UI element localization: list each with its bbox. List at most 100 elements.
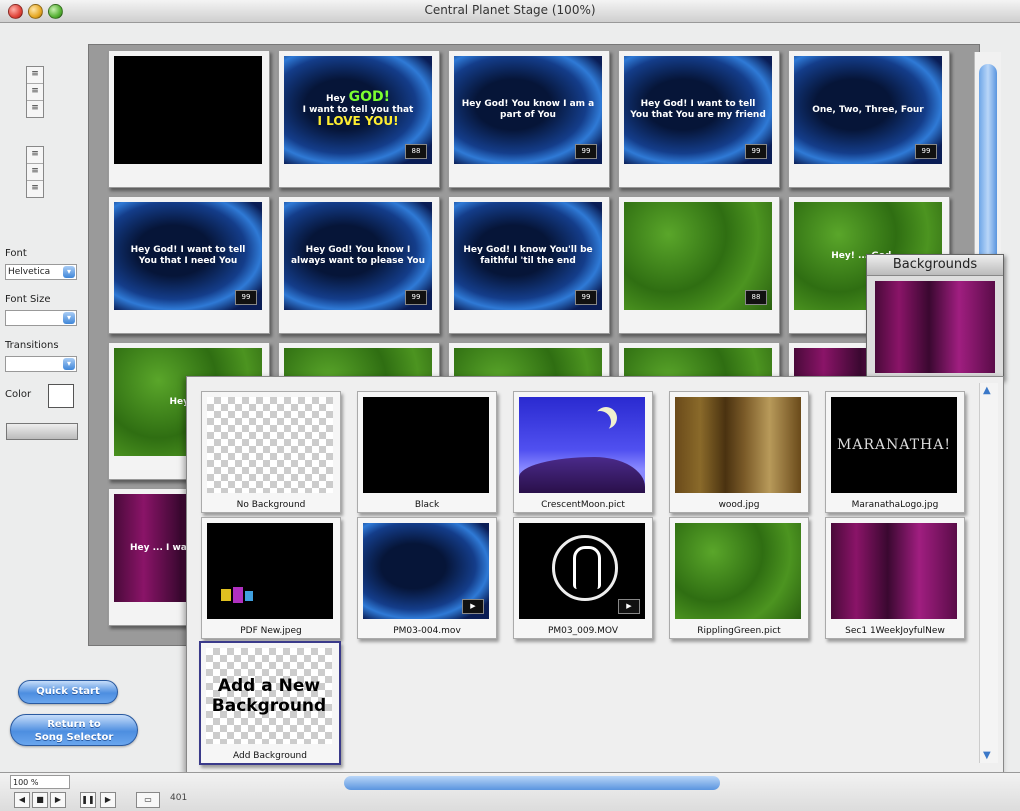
alignment-buttons: ≡ ≡ ≡ <box>26 66 44 118</box>
first-slide-button[interactable]: ◀ <box>14 792 30 808</box>
maranatha-logo: MARANATHA! <box>837 437 951 453</box>
slide-badge: 99 <box>575 144 597 159</box>
slide-thumbnail[interactable]: Hey GOD! I want to tell you that I LOVE … <box>278 50 440 188</box>
screen-icon[interactable]: ▭ <box>136 792 160 808</box>
return-to-song-selector-button[interactable]: Return to Song Selector <box>10 714 138 746</box>
slide-badge: 99 <box>745 144 767 159</box>
slide-badge: 88 <box>405 144 427 159</box>
background-item[interactable]: No Background <box>201 391 341 513</box>
background-thumbnail: ▶ <box>519 523 645 619</box>
background-thumbnail: ▶ <box>363 523 489 619</box>
slide-thumbnail[interactable]: Hey God! You know I am a part of You 99 <box>448 50 610 188</box>
slide-background: One, Two, Three, Four 99 <box>794 56 942 164</box>
background-item[interactable]: RipplingGreen.pict <box>669 517 809 639</box>
align-bottom-button[interactable]: ≡ <box>27 101 43 117</box>
slide-lyric: One, Two, Three, Four <box>812 104 924 115</box>
play-button[interactable]: ▶ <box>50 792 66 808</box>
background-caption: PM03-004.mov <box>393 626 461 636</box>
background-item[interactable]: ▶ PM03_009.MOV <box>513 517 653 639</box>
title-bar: Central Planet Stage (100%) <box>0 0 1020 23</box>
background-item[interactable]: Sec1 1WeekJoyfulNew <box>825 517 965 639</box>
slide-lyric: Hey God! You know I am a part of You <box>461 99 595 120</box>
add-background-button[interactable]: Add a New Background Add Background <box>199 641 341 765</box>
color-label: Color <box>5 389 32 400</box>
return-label-line1: Return to <box>47 719 101 730</box>
background-caption: PM03_009.MOV <box>547 626 619 636</box>
background-thumbnail <box>207 523 333 619</box>
zoom-select[interactable]: 100 % <box>10 775 70 789</box>
movie-badge-icon: ▶ <box>462 599 484 614</box>
background-caption: MaranathaLogo.jpg <box>851 500 939 510</box>
background-item[interactable]: MARANATHA! MaranathaLogo.jpg <box>825 391 965 513</box>
justify-buttons: ≡ ≡ ≡ <box>26 146 44 198</box>
slide-lyric: Hey God! I know You'll be faithful 'til … <box>463 245 593 266</box>
quick-start-button[interactable]: Quick Start <box>18 680 118 704</box>
background-item[interactable]: ▶ PM03-004.mov <box>357 517 497 639</box>
add-background-caption: Add Background <box>233 751 307 761</box>
chevron-down-icon: ▾ <box>63 358 75 370</box>
slide-badge: 99 <box>405 290 427 305</box>
font-size-select[interactable]: ▾ <box>5 310 77 326</box>
background-item[interactable]: PDF New.jpeg <box>201 517 341 639</box>
color-well[interactable] <box>48 384 74 408</box>
slide-thumbnail[interactable]: Hey God! I want to tell You that You are… <box>618 50 780 188</box>
kids-figure-icon <box>221 589 231 601</box>
slide-thumbnail[interactable]: Hey God! I want to tell You that I need … <box>108 196 270 334</box>
moon-icon <box>589 411 611 433</box>
kids-figure-icon <box>233 587 243 603</box>
justify-center-button[interactable]: ≡ <box>27 164 43 181</box>
slide-badge: 99 <box>575 290 597 305</box>
transitions-label: Transitions <box>5 340 59 351</box>
backgrounds-preview-panel[interactable]: Backgrounds <box>866 254 1004 380</box>
add-background-thumbnail: Add a New Background <box>206 648 332 744</box>
font-select-value: Helvetica <box>8 267 51 277</box>
slide-background: Hey God! I want to tell You that I need … <box>114 202 262 310</box>
chevron-down-icon: ▾ <box>63 266 75 278</box>
add-background-text: Add a New Background <box>211 676 327 716</box>
window-title: Central Planet Stage (100%) <box>424 3 596 17</box>
background-item[interactable]: CrescentMoon.pict <box>513 391 653 513</box>
slide-thumbnail[interactable]: Hey God! I know You'll be faithful 'til … <box>448 196 610 334</box>
scroll-down-arrow-icon[interactable]: ▼ <box>983 750 991 761</box>
slide-thumbnail[interactable] <box>108 50 270 188</box>
slide-badge: 99 <box>915 144 937 159</box>
last-slide-button[interactable]: ▶ <box>100 792 116 808</box>
transitions-select[interactable]: ▾ <box>5 356 77 372</box>
slide-background <box>114 56 262 164</box>
horizontal-scroll-thumb[interactable] <box>344 776 720 790</box>
zoom-value: 100 % <box>13 778 39 787</box>
slide-thumbnail[interactable]: One, Two, Three, Four 99 <box>788 50 950 188</box>
font-select[interactable]: Helvetica ▾ <box>5 264 77 280</box>
slide-lyric: Hey God! I want to tell You that You are… <box>630 99 766 120</box>
background-item[interactable]: Black <box>357 391 497 513</box>
apply-button[interactable] <box>6 423 78 440</box>
slide-thumbnail[interactable]: Hey God! You know I always want to pleas… <box>278 196 440 334</box>
align-top-button[interactable]: ≡ <box>27 67 43 84</box>
return-label-line2: Song Selector <box>34 732 114 743</box>
backgrounds-vertical-scrollbar[interactable]: ▲ ▼ <box>979 383 998 763</box>
align-middle-button[interactable]: ≡ <box>27 84 43 101</box>
pause-button[interactable]: ❚❚ <box>80 792 96 808</box>
slide-badge: 99 <box>235 290 257 305</box>
background-thumbnail <box>675 523 801 619</box>
font-label: Font <box>5 248 27 259</box>
background-item[interactable]: wood.jpg <box>669 391 809 513</box>
background-caption: RipplingGreen.pict <box>697 626 781 636</box>
background-caption: No Background <box>236 500 306 510</box>
slide-background: Hey God! I know You'll be faithful 'til … <box>454 202 602 310</box>
slide-lyric: Hey GOD! I want to tell you that I LOVE … <box>302 88 414 128</box>
stop-button[interactable]: ■ <box>32 792 48 808</box>
slide-background: Hey GOD! I want to tell you that I LOVE … <box>284 56 432 164</box>
background-caption: CrescentMoon.pict <box>541 500 625 510</box>
scroll-up-arrow-icon[interactable]: ▲ <box>983 385 991 396</box>
background-thumbnail: MARANATHA! <box>831 397 957 493</box>
background-thumbnail <box>519 397 645 493</box>
background-thumbnail <box>363 397 489 493</box>
justify-right-button[interactable]: ≡ <box>27 181 43 197</box>
background-caption: wood.jpg <box>718 500 760 510</box>
background-thumbnail <box>675 397 801 493</box>
kids-figure-icon <box>245 591 253 601</box>
justify-left-button[interactable]: ≡ <box>27 147 43 164</box>
slide-thumbnail[interactable]: 88 <box>618 196 780 334</box>
movie-badge-icon: ▶ <box>618 599 640 614</box>
